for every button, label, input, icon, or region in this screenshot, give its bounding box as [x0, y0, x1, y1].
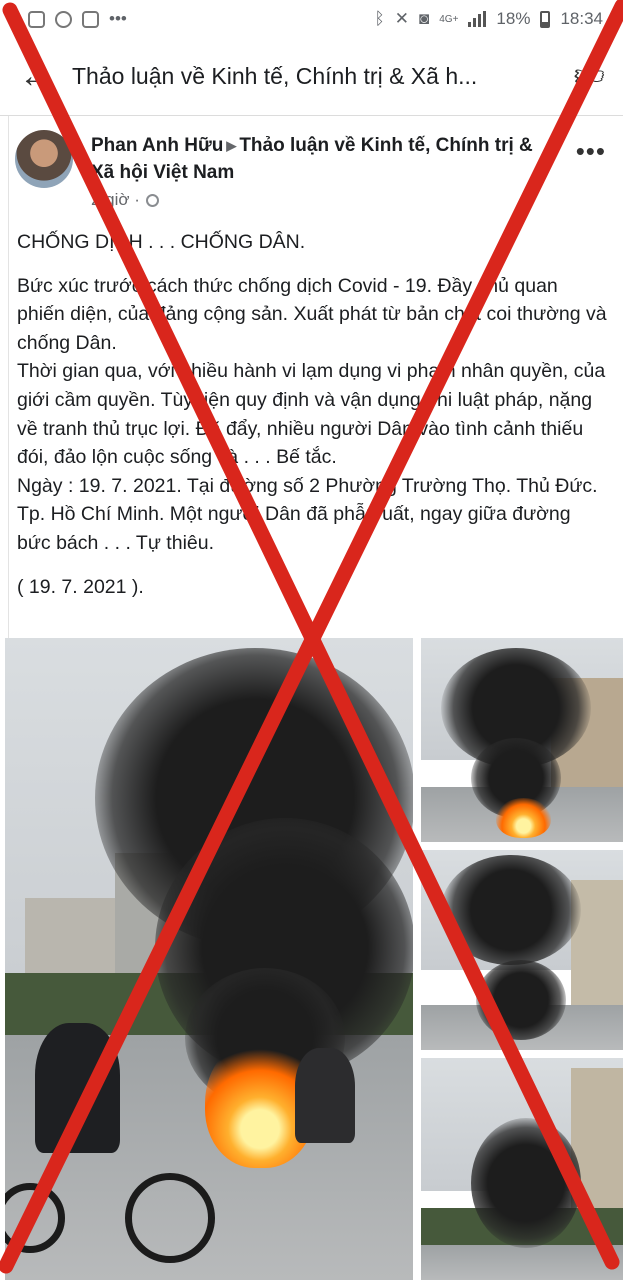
photo-thumb-2[interactable]	[421, 850, 623, 1050]
post-paragraph: Thời gian qua, với nhiều hành vi lạm dụn…	[17, 360, 606, 469]
post-header: Phan Anh Hữu ▶ Thảo luận về Kinh tế, Chính…	[91, 132, 561, 186]
post-time[interactable]: 2 giờ ·	[91, 190, 140, 210]
post-body: CHỐNG DỊCH . . . CHỐNG DÂN. Bức xúc trướ…	[17, 228, 607, 601]
status-left-icons: •••	[28, 9, 127, 29]
status-bar: ••• ᛒ ✕ ◙ 4G+ 18% 18:34	[0, 0, 623, 38]
thumbs-up-icon[interactable]: 👍︎	[574, 58, 605, 94]
battery-percent: 18%	[496, 9, 531, 28]
photo-thumb-1[interactable]	[421, 638, 623, 842]
nfc-icon: ◙	[418, 9, 430, 28]
instagram-icon	[28, 10, 45, 28]
bluetooth-icon: ᛒ	[374, 9, 385, 28]
clock: 18:34	[560, 9, 603, 28]
photo-main[interactable]	[5, 638, 413, 1280]
author-name[interactable]: Phan Anh Hữu	[91, 135, 223, 156]
signal-icon	[468, 11, 487, 27]
post-date: ( 19. 7. 2021 ).	[17, 575, 144, 598]
app-header: ← Thảo luận về Kinh tế, Chính trị & Xã h…	[0, 38, 623, 116]
battery-icon	[540, 10, 551, 28]
instagram-icon	[82, 10, 99, 28]
more-options-icon[interactable]: •••	[576, 136, 606, 167]
more-notifications-icon: •••	[109, 9, 127, 28]
avatar[interactable]	[15, 130, 73, 188]
post-paragraph: Ngày : 19. 7. 2021. Tại đường số 2 Phườn…	[17, 474, 598, 554]
caret-right-icon: ▶	[226, 138, 237, 154]
photo-thumb-3[interactable]	[421, 1058, 623, 1280]
back-arrow-icon[interactable]: ←	[0, 38, 72, 116]
viber-icon	[55, 10, 72, 28]
group-title[interactable]: Thảo luận về Kinh tế, Chính trị & Xã h..…	[72, 63, 552, 90]
mute-icon: ✕	[394, 9, 409, 28]
post-headline: CHỐNG DỊCH . . . CHỐNG DÂN.	[17, 231, 306, 253]
photo-grid	[1, 638, 623, 1280]
post-paragraph: Bức xúc trước cách thức chống dịch Covid…	[17, 274, 607, 354]
post-meta: 2 giờ ·	[91, 190, 159, 210]
post-card: Phan Anh Hữu ▶ Thảo luận về Kinh tế, Chính…	[5, 116, 623, 1280]
network-type: 4G+	[439, 13, 459, 25]
globe-icon	[145, 193, 159, 207]
status-right-icons: ᛒ ✕ ◙ 4G+ 18% 18:34	[375, 9, 604, 29]
